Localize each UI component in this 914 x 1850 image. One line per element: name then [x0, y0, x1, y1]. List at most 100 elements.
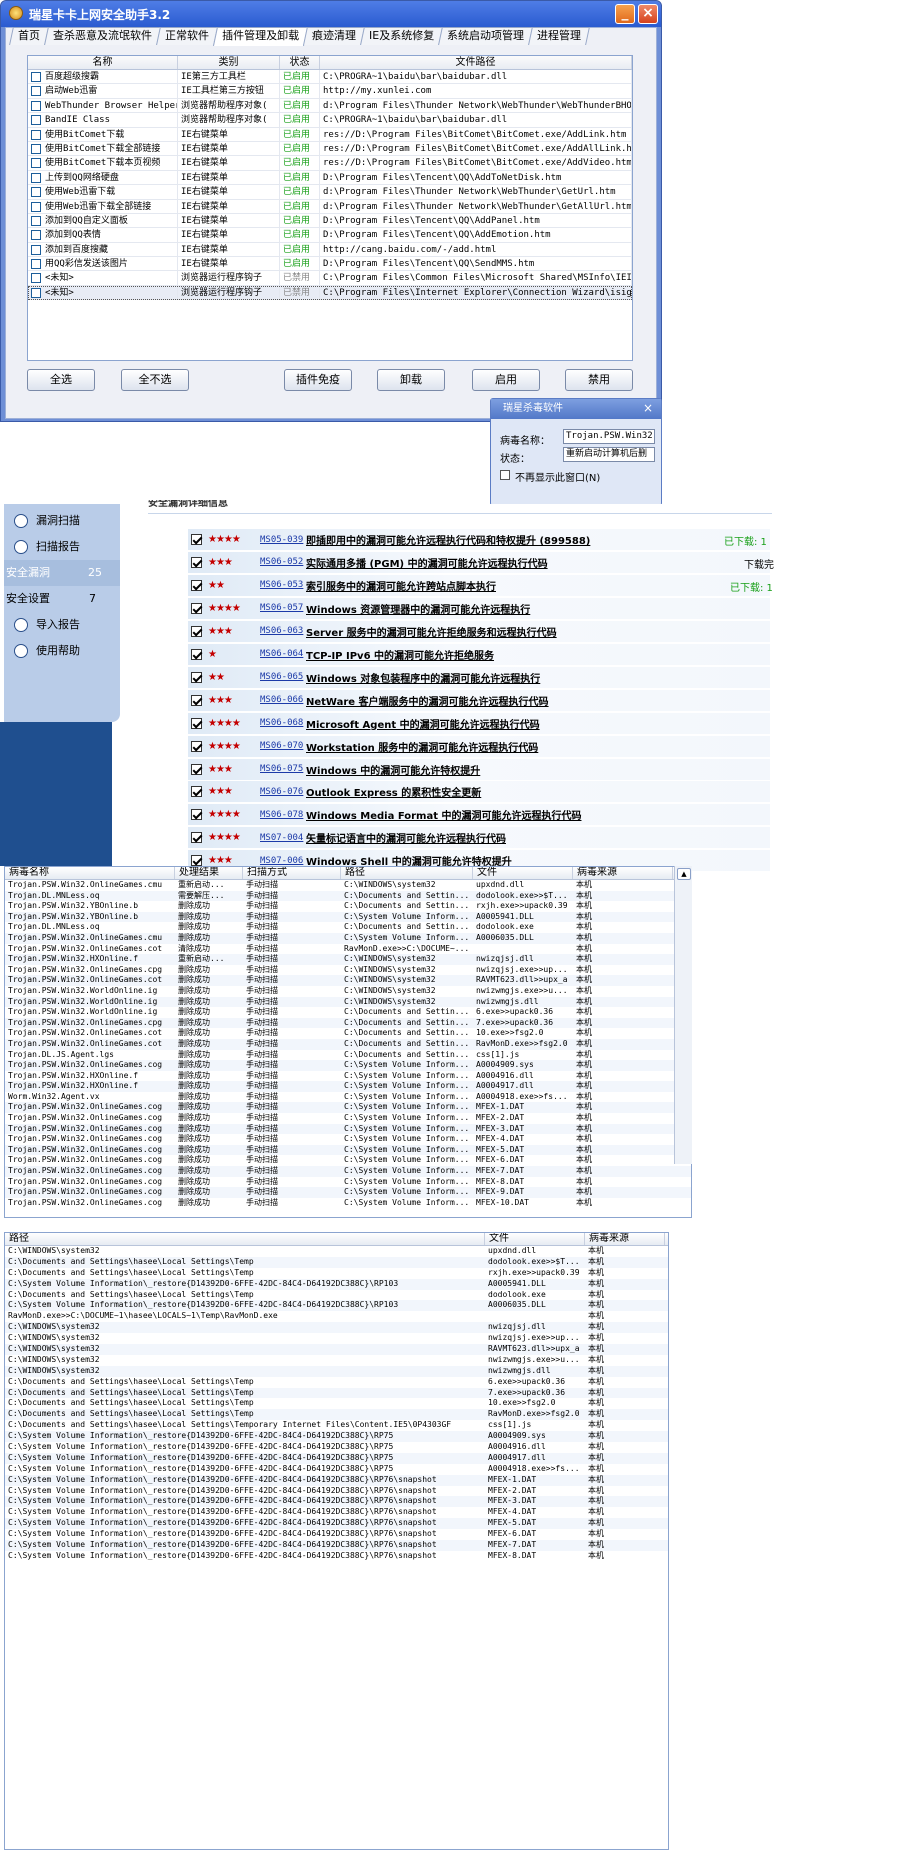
row-checkbox[interactable] — [31, 86, 41, 97]
vuln-title[interactable]: Server 服务中的漏洞可能允许拒绝服务和远程执行代码 — [306, 624, 557, 639]
table-row[interactable]: C:\Documents and Settings\hasee\Local Se… — [5, 1420, 668, 1431]
table-row[interactable]: C:\System Volume Information\_restore{D1… — [5, 1464, 668, 1475]
vuln-checkbox[interactable] — [191, 786, 202, 798]
close-button[interactable]: × — [638, 4, 658, 24]
select-none-button[interactable]: 全不选 — [121, 369, 189, 391]
enable-button[interactable]: 启用 — [472, 369, 540, 391]
vuln-row[interactable]: ★ MS06-064 TCP-IP IPv6 中的漏洞可能允许拒绝服务 — [188, 643, 770, 665]
vuln-checkbox[interactable] — [191, 556, 202, 568]
bulletin-link[interactable]: MS07-006 — [260, 856, 306, 866]
table-row[interactable]: 用QQ彩信发送该图片 IE右键菜单 已启用 D:\Program Files\Tenc… — [28, 257, 632, 272]
vuln-row[interactable]: ★★★ MS06-052 实际通用多播 (PGM) 中的漏洞可能允许远程执行代码 — [188, 551, 770, 573]
table-row[interactable]: 使用BitComet下载全部链接 IE右键菜单 已启用 res://D:\Progra… — [28, 141, 632, 157]
sidebar-item-import[interactable]: 导入报告 — [4, 612, 120, 638]
scroll-up-icon[interactable]: ▲ — [677, 868, 691, 880]
table-row[interactable]: Trojan.PSW.Win32.OnlineGames.cpg 删除成功 手动扫描… — [5, 1017, 691, 1029]
bulletin-link[interactable]: MS06-076 — [260, 787, 306, 797]
vuln-title[interactable]: TCP-IP IPv6 中的漏洞可能允许拒绝服务 — [306, 647, 494, 662]
row-checkbox[interactable] — [31, 215, 41, 226]
sidebar-item-help[interactable]: 使用帮助 — [4, 638, 120, 664]
column-header[interactable]: 文件 — [485, 1233, 585, 1245]
vuln-checkbox[interactable] — [191, 579, 202, 591]
select-all-button[interactable]: 全选 — [27, 369, 95, 391]
row-checkbox[interactable] — [31, 230, 41, 241]
table-row[interactable]: 使用BitComet下载 IE右键菜单 已启用 res://D:\Program Fi… — [28, 127, 632, 142]
table-row[interactable]: Trojan.PSW.Win32.OnlineGames.cot 删除成功 手动扫描… — [5, 1038, 691, 1050]
vuln-checkbox[interactable] — [191, 625, 202, 637]
bulletin-link[interactable]: MS06-068 — [260, 718, 306, 728]
vuln-row[interactable]: ★★★ MS06-076 Outlook Express 的累积性安全更新 — [188, 781, 770, 803]
row-checkbox[interactable] — [31, 100, 41, 111]
vuln-checkbox[interactable] — [191, 671, 202, 683]
row-checkbox[interactable] — [31, 187, 41, 198]
table-row[interactable]: Trojan.PSW.Win32.OnlineGames.cog 删除成功 手动扫描… — [5, 1113, 691, 1124]
table-row[interactable]: Trojan.PSW.Win32.HXOnline.f 删除成功 手动扫描 C:\Sy… — [5, 1081, 691, 1092]
vuln-title[interactable]: NetWare 客户端服务中的漏洞可能允许远程执行代码 — [306, 693, 549, 708]
row-checkbox[interactable] — [31, 172, 41, 183]
tab-6[interactable]: 系统启动项管理 — [438, 27, 534, 45]
vuln-checkbox[interactable] — [191, 832, 202, 844]
bulletin-link[interactable]: MS06-078 — [260, 810, 306, 820]
table-row[interactable]: WebThunder Browser Helper 浏览器帮助程序对象(已启用 d:… — [28, 98, 632, 114]
bulletin-link[interactable]: MS06-052 — [260, 557, 306, 567]
table-row[interactable]: 上传到QQ网络硬盘 IE右键菜单 已启用 D:\Program Files\Tence… — [28, 170, 632, 186]
table-row[interactable]: C:\System Volume Information\_restore{D1… — [5, 1474, 668, 1486]
table-row[interactable]: Trojan.PSW.Win32.OnlineGames.cot 删除成功 手动扫描… — [5, 975, 691, 986]
row-checkbox[interactable] — [31, 129, 41, 140]
table-row[interactable]: 添加到百度搜藏 IE右键菜单 已启用 http://cang.baidu.com/-/… — [28, 242, 632, 258]
virus-name-field[interactable]: Trojan.PSW.Win32.0 — [563, 429, 655, 444]
vuln-row[interactable]: ★★★★ MS06-078 Windows Media Format 中的漏洞可能允… — [188, 804, 770, 826]
column-header[interactable]: 路径 — [5, 1233, 485, 1245]
vuln-title[interactable]: Windows Media Format 中的漏洞可能允许远程执行代码 — [306, 807, 581, 822]
disable-button[interactable]: 禁用 — [565, 369, 633, 391]
table-row[interactable]: <未知> 浏览器运行程序钩子 已禁用 C:\Program Files\Interne… — [28, 285, 632, 301]
bulletin-link[interactable]: MS06-053 — [260, 580, 306, 590]
virus-log-scrollbar[interactable]: ▲ — [674, 866, 692, 1164]
popup-close-icon[interactable]: × — [643, 401, 653, 415]
table-row[interactable]: Trojan.PSW.Win32.OnlineGames.cog 删除成功 手动扫描… — [5, 1187, 691, 1198]
vuln-title[interactable]: Workstation 服务中的漏洞可能允许远程执行代码 — [306, 739, 538, 754]
table-row[interactable]: C:\Documents and Settings\hasee\Local Se… — [5, 1377, 668, 1388]
column-header[interactable]: 文件 — [473, 867, 573, 879]
vuln-row[interactable]: ★★★ MS06-075 Windows 中的漏洞可能允许特权提升 — [188, 758, 770, 780]
bulletin-link[interactable]: MS06-057 — [260, 603, 306, 613]
table-row[interactable]: Trojan.DL.JS.Agent.lgs 删除成功 手动扫描 C:\Documen… — [5, 1050, 691, 1061]
bulletin-link[interactable]: MS06-063 — [260, 626, 306, 636]
table-row[interactable]: C:\System Volume Information\_restore{D1… — [5, 1278, 668, 1290]
bulletin-link[interactable]: MS07-004 — [260, 833, 306, 843]
plugin-immunize-button[interactable]: 插件免疫 — [284, 369, 352, 391]
sidebar-item-report[interactable]: 扫描报告 — [4, 534, 120, 560]
vuln-title[interactable]: Microsoft Agent 中的漏洞可能允许远程执行代码 — [306, 716, 540, 731]
vuln-checkbox[interactable] — [191, 855, 202, 867]
table-row[interactable]: C:\Documents and Settings\hasee\Local Se… — [5, 1409, 668, 1421]
table-row[interactable]: C:\System Volume Information\_restore{D1… — [5, 1551, 668, 1562]
sidebar-item-search[interactable]: 漏洞扫描 — [4, 508, 120, 534]
table-row[interactable]: Worm.Win32.Agent.vx 删除成功 手动扫描 C:\System Vol… — [5, 1092, 691, 1103]
table-row[interactable]: C:\WINDOWS\system32 upxdnd.dll 本机 — [5, 1246, 668, 1257]
table-row[interactable]: C:\System Volume Information\_restore{D1… — [5, 1529, 668, 1540]
table-row[interactable]: <未知> 浏览器运行程序钩子 已禁用 C:\Program Files\Common … — [28, 271, 632, 286]
bulletin-link[interactable]: MS06-070 — [260, 741, 306, 751]
vuln-title[interactable]: Windows 中的漏洞可能允许特权提升 — [306, 762, 480, 777]
vuln-checkbox[interactable] — [191, 602, 202, 614]
column-header[interactable]: 病毒名称 — [5, 867, 175, 879]
vuln-title[interactable]: 矢量标记语言中的漏洞可能允许远程执行代码 — [306, 830, 506, 845]
vuln-title[interactable]: 索引服务中的漏洞可能允许跨站点脚本执行 — [306, 578, 496, 593]
row-checkbox[interactable] — [31, 72, 41, 82]
vuln-checkbox[interactable] — [191, 763, 202, 775]
table-row[interactable]: C:\System Volume Information\_restore{D1… — [5, 1496, 668, 1508]
table-row[interactable]: Trojan.PSW.Win32.OnlineGames.cog 删除成功 手动扫描… — [5, 1177, 691, 1188]
tab-2[interactable]: 正常软件 — [156, 27, 218, 45]
vuln-row[interactable]: ★★★★ MS06-068 Microsoft Agent 中的漏洞可能允许远程执行… — [188, 712, 770, 734]
sidebar-item-security-holes[interactable]: 安全漏洞 25 — [4, 560, 120, 586]
tab-0[interactable]: 首页 — [9, 27, 49, 45]
tab-3[interactable]: 插件管理及卸载 — [212, 27, 309, 46]
table-row[interactable]: C:\Documents and Settings\hasee\Local Se… — [5, 1256, 668, 1268]
vuln-title[interactable]: Windows 资源管理器中的漏洞可能允许远程执行 — [306, 601, 530, 616]
table-row[interactable]: C:\WINDOWS\system32 nwizwmgjs.dll 本机 — [5, 1365, 668, 1377]
vuln-checkbox[interactable] — [191, 740, 202, 752]
tab-1[interactable]: 查杀恶意及流氓软件 — [44, 27, 161, 45]
table-row[interactable]: Trojan.PSW.Win32.OnlineGames.cot 清除成功 手动扫描… — [5, 944, 691, 955]
bulletin-link[interactable]: MS06-065 — [260, 672, 306, 682]
table-row[interactable]: 百度超级搜霸 IE第三方工具栏 已启用 C:\PROGRA~1\baidu\bar\b… — [28, 70, 632, 85]
